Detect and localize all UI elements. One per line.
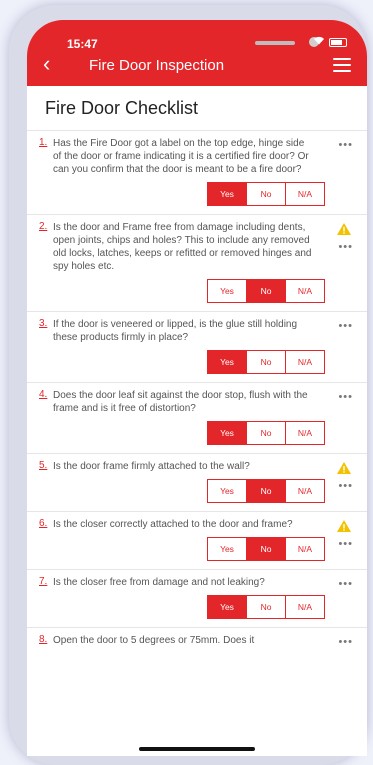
- question-text: Has the Fire Door got a label on the top…: [53, 138, 309, 175]
- yes-button[interactable]: Yes: [207, 537, 247, 561]
- wifi-icon: [313, 36, 325, 48]
- no-button[interactable]: No: [247, 421, 286, 445]
- yes-button[interactable]: Yes: [207, 279, 247, 303]
- na-button[interactable]: N/A: [286, 421, 325, 445]
- na-button[interactable]: N/A: [286, 537, 325, 561]
- checklist-item: 2. Is the door and Frame free from damage…: [27, 214, 367, 311]
- device-notch: [99, 20, 319, 50]
- question-text: Is the closer correctly attached to the …: [53, 519, 293, 530]
- question-row: 3. If the door is veneered or lipped, is …: [39, 318, 355, 344]
- answer-button-group: Yes No N/A: [39, 479, 325, 503]
- back-button[interactable]: ‹: [43, 53, 50, 75]
- question-text: If the door is veneered or lipped, is th…: [53, 319, 298, 343]
- phone-frame: 15:47 ‹ Fire Door Inspection Fire Door C…: [9, 5, 367, 765]
- checklist-item: 7. Is the closer free from damage and not…: [27, 569, 367, 627]
- screen-title: Fire Door Inspection: [89, 57, 225, 74]
- checklist-item: 6. Is the closer correctly attached to th…: [27, 511, 367, 569]
- yes-button[interactable]: Yes: [207, 182, 247, 206]
- checklist-item: 5. Is the door frame firmly attached to t…: [27, 453, 367, 511]
- battery-icon: [329, 37, 347, 47]
- yes-button[interactable]: Yes: [207, 421, 247, 445]
- hamburger-menu-icon[interactable]: [333, 58, 351, 76]
- checklist-item: 1. Has the Fire Door got a label on the t…: [27, 130, 367, 214]
- question-row: 2. Is the door and Frame free from damage…: [39, 221, 355, 273]
- speaker-grille: [255, 41, 295, 45]
- page-title: Fire Door Checklist: [45, 98, 199, 118]
- question-row: 8. Open the door to 5 degrees or 75mm. Do…: [39, 634, 355, 647]
- status-time: 15:47: [67, 37, 98, 51]
- na-button[interactable]: N/A: [286, 479, 325, 503]
- more-options-icon[interactable]: •••: [338, 538, 353, 550]
- question-text: Does the door leaf sit against the door …: [53, 390, 308, 414]
- question-row: 1. Has the Fire Door got a label on the t…: [39, 137, 355, 176]
- no-button[interactable]: No: [247, 537, 286, 561]
- checklist-item: 4. Does the door leaf sit against the doo…: [27, 382, 367, 453]
- na-button[interactable]: N/A: [286, 595, 325, 619]
- question-number[interactable]: 6.: [39, 518, 53, 531]
- answer-button-group: Yes No N/A: [39, 537, 325, 561]
- answer-button-group: Yes No N/A: [39, 421, 325, 445]
- question-row: 5. Is the door frame firmly attached to t…: [39, 460, 355, 473]
- yes-button[interactable]: Yes: [207, 350, 247, 374]
- checklist: 1. Has the Fire Door got a label on the t…: [27, 130, 367, 655]
- question-text: Is the door and Frame free from damage i…: [53, 222, 312, 272]
- question-number[interactable]: 3.: [39, 318, 53, 344]
- answer-button-group: Yes No N/A: [39, 182, 325, 206]
- checklist-item: 3. If the door is veneered or lipped, is …: [27, 311, 367, 382]
- question-number[interactable]: 2.: [39, 221, 53, 273]
- no-button[interactable]: No: [247, 479, 286, 503]
- na-button[interactable]: N/A: [286, 279, 325, 303]
- question-number[interactable]: 7.: [39, 576, 53, 589]
- more-options-icon[interactable]: •••: [338, 139, 353, 151]
- na-button[interactable]: N/A: [286, 350, 325, 374]
- question-number[interactable]: 1.: [39, 137, 53, 176]
- yes-button[interactable]: Yes: [207, 595, 247, 619]
- no-button[interactable]: No: [247, 595, 286, 619]
- more-options-icon[interactable]: •••: [338, 480, 353, 492]
- no-button[interactable]: No: [247, 350, 286, 374]
- more-options-icon[interactable]: •••: [338, 636, 353, 648]
- question-row: 4. Does the door leaf sit against the doo…: [39, 389, 355, 415]
- warning-icon[interactable]: [337, 519, 351, 537]
- question-row: 6. Is the closer correctly attached to th…: [39, 518, 355, 531]
- more-options-icon[interactable]: •••: [338, 241, 353, 253]
- question-number[interactable]: 8.: [39, 634, 53, 647]
- na-button[interactable]: N/A: [286, 182, 325, 206]
- more-options-icon[interactable]: •••: [338, 320, 353, 332]
- question-number[interactable]: 4.: [39, 389, 53, 415]
- answer-button-group: Yes No N/A: [39, 350, 325, 374]
- more-options-icon[interactable]: •••: [338, 578, 353, 590]
- question-text: Open the door to 5 degrees or 75mm. Does…: [53, 635, 255, 646]
- no-button[interactable]: No: [247, 182, 286, 206]
- answer-button-group: Yes No N/A: [39, 279, 325, 303]
- warning-icon[interactable]: [337, 222, 351, 240]
- warning-icon[interactable]: [337, 461, 351, 479]
- question-row: 7. Is the closer free from damage and not…: [39, 576, 355, 589]
- yes-button[interactable]: Yes: [207, 479, 247, 503]
- home-indicator[interactable]: [139, 747, 255, 751]
- question-text: Is the closer free from damage and not l…: [53, 577, 265, 588]
- checklist-item: 8. Open the door to 5 degrees or 75mm. Do…: [27, 627, 367, 655]
- app-screen: 15:47 ‹ Fire Door Inspection Fire Door C…: [27, 20, 367, 756]
- no-button[interactable]: No: [247, 279, 286, 303]
- status-icons: [313, 36, 347, 48]
- answer-button-group: Yes No N/A: [39, 595, 325, 619]
- app-header: 15:47 ‹ Fire Door Inspection: [27, 20, 367, 86]
- more-options-icon[interactable]: •••: [338, 391, 353, 403]
- question-text: Is the door frame firmly attached to the…: [53, 461, 250, 472]
- question-number[interactable]: 5.: [39, 460, 53, 473]
